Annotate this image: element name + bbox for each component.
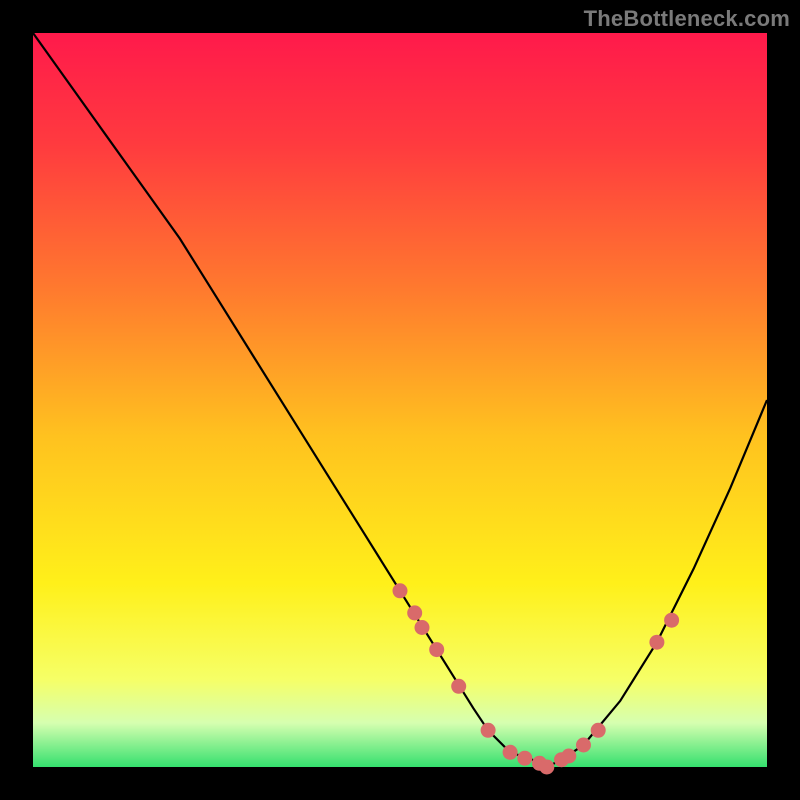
data-marker (429, 642, 444, 657)
data-marker (561, 749, 576, 764)
data-marker (451, 679, 466, 694)
data-marker (393, 583, 408, 598)
data-marker (517, 751, 532, 766)
data-marker (503, 745, 518, 760)
data-marker (415, 620, 430, 635)
chart-svg (0, 0, 800, 800)
data-marker (591, 723, 606, 738)
data-marker (576, 738, 591, 753)
chart-container: TheBottleneck.com (0, 0, 800, 800)
data-marker (407, 605, 422, 620)
data-marker (539, 760, 554, 775)
data-marker (664, 613, 679, 628)
plot-background (33, 33, 767, 767)
data-marker (481, 723, 496, 738)
data-marker (649, 635, 664, 650)
